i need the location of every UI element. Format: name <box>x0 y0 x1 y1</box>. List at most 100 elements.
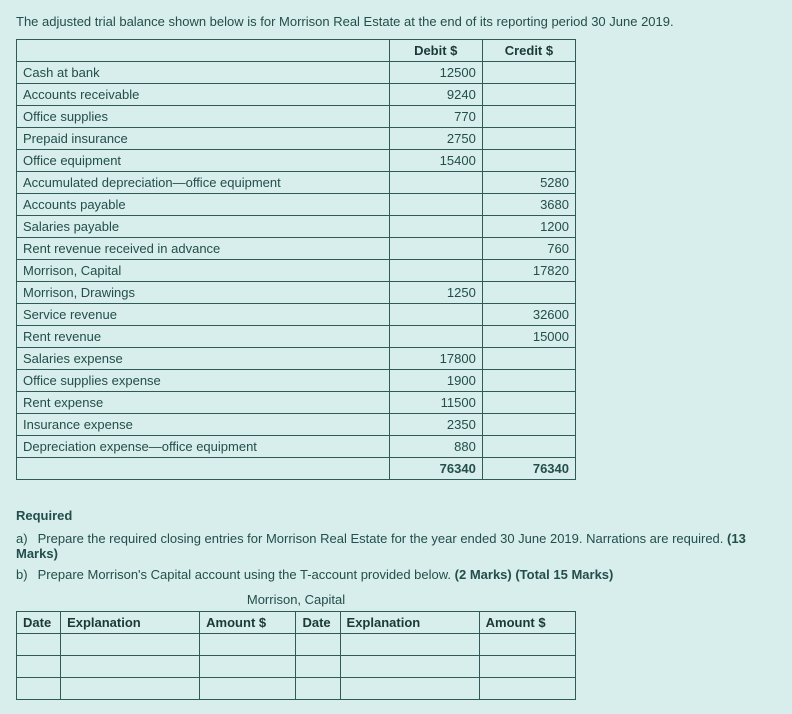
account-name: Office supplies <box>17 106 390 128</box>
t-cell <box>200 656 296 678</box>
t-cell <box>200 634 296 656</box>
credit-cell <box>482 84 575 106</box>
account-name: Accounts payable <box>17 194 390 216</box>
totals-debit: 76340 <box>389 458 482 480</box>
table-row: Depreciation expense—office equipment880 <box>17 436 576 458</box>
t-account-title: Morrison, Capital <box>16 592 576 607</box>
col-credit: Credit $ <box>482 40 575 62</box>
requirement-a: a) Prepare the required closing entries … <box>16 531 776 561</box>
trial-balance-table: Debit $ Credit $ Cash at bank12500Accoun… <box>16 39 576 480</box>
debit-cell <box>389 238 482 260</box>
t-cell <box>17 634 61 656</box>
debit-cell: 15400 <box>389 150 482 172</box>
credit-cell <box>482 392 575 414</box>
t-cell <box>296 634 340 656</box>
account-name: Morrison, Capital <box>17 260 390 282</box>
table-row: Office supplies770 <box>17 106 576 128</box>
table-row: Prepaid insurance2750 <box>17 128 576 150</box>
t-cell <box>340 634 479 656</box>
debit-cell <box>389 326 482 348</box>
t-h-amt-left: Amount $ <box>200 612 296 634</box>
table-row: Insurance expense2350 <box>17 414 576 436</box>
account-name: Service revenue <box>17 304 390 326</box>
debit-cell <box>389 194 482 216</box>
debit-cell: 17800 <box>389 348 482 370</box>
col-blank <box>17 40 390 62</box>
debit-cell: 2350 <box>389 414 482 436</box>
t-cell <box>479 656 575 678</box>
account-name: Rent revenue <box>17 326 390 348</box>
table-row: Service revenue32600 <box>17 304 576 326</box>
debit-cell <box>389 172 482 194</box>
account-name: Cash at bank <box>17 62 390 84</box>
req-a-label: a) <box>16 531 34 546</box>
account-name: Office equipment <box>17 150 390 172</box>
table-row: Salaries expense17800 <box>17 348 576 370</box>
account-name: Insurance expense <box>17 414 390 436</box>
table-row: Accumulated depreciation—office equipmen… <box>17 172 576 194</box>
t-cell <box>200 678 296 700</box>
t-cell <box>296 656 340 678</box>
req-b-marks: (2 Marks) (Total 15 Marks) <box>455 567 614 582</box>
table-row: Rent revenue 15000 <box>17 326 576 348</box>
debit-cell: 11500 <box>389 392 482 414</box>
table-row: Accounts receivable9240 <box>17 84 576 106</box>
req-b-text: Prepare Morrison's Capital account using… <box>38 567 455 582</box>
credit-cell: 15000 <box>482 326 575 348</box>
credit-cell <box>482 348 575 370</box>
t-cell <box>61 678 200 700</box>
intro-text: The adjusted trial balance shown below i… <box>16 14 776 29</box>
required-heading: Required <box>16 508 776 523</box>
account-name: Rent revenue received in advance <box>17 238 390 260</box>
credit-cell: 5280 <box>482 172 575 194</box>
req-a-text: Prepare the required closing entries for… <box>38 531 727 546</box>
t-account-row <box>17 634 576 656</box>
t-cell <box>61 634 200 656</box>
credit-cell <box>482 128 575 150</box>
account-name: Prepaid insurance <box>17 128 390 150</box>
credit-cell: 17820 <box>482 260 575 282</box>
account-name: Morrison, Drawings <box>17 282 390 304</box>
table-row: Morrison, Capital 17820 <box>17 260 576 282</box>
table-row: Accounts payable 3680 <box>17 194 576 216</box>
table-row: Office equipment15400 <box>17 150 576 172</box>
col-debit: Debit $ <box>389 40 482 62</box>
debit-cell: 2750 <box>389 128 482 150</box>
account-name: Rent expense <box>17 392 390 414</box>
account-name: Accounts receivable <box>17 84 390 106</box>
credit-cell <box>482 150 575 172</box>
table-row: Salaries payable1200 <box>17 216 576 238</box>
t-cell <box>479 678 575 700</box>
debit-cell: 770 <box>389 106 482 128</box>
table-row: Rent expense11500 <box>17 392 576 414</box>
t-account-row <box>17 678 576 700</box>
t-cell <box>61 656 200 678</box>
t-account-row <box>17 656 576 678</box>
debit-cell: 12500 <box>389 62 482 84</box>
table-row: Morrison, Drawings1250 <box>17 282 576 304</box>
table-row: Office supplies expense1900 <box>17 370 576 392</box>
debit-cell: 880 <box>389 436 482 458</box>
table-row: Cash at bank12500 <box>17 62 576 84</box>
credit-cell: 760 <box>482 238 575 260</box>
credit-cell: 3680 <box>482 194 575 216</box>
credit-cell <box>482 414 575 436</box>
t-h-exp-left: Explanation <box>61 612 200 634</box>
debit-cell <box>389 260 482 282</box>
account-name: Accumulated depreciation—office equipmen… <box>17 172 390 194</box>
t-cell <box>340 678 479 700</box>
t-account-table: Date Explanation Amount $ Date Explanati… <box>16 611 576 700</box>
debit-cell: 1250 <box>389 282 482 304</box>
t-cell <box>17 678 61 700</box>
account-name: Office supplies expense <box>17 370 390 392</box>
totals-credit: 76340 <box>482 458 575 480</box>
requirement-b: b) Prepare Morrison's Capital account us… <box>16 567 776 582</box>
debit-cell: 1900 <box>389 370 482 392</box>
credit-cell <box>482 106 575 128</box>
account-name: Depreciation expense—office equipment <box>17 436 390 458</box>
t-h-amt-right: Amount $ <box>479 612 575 634</box>
debit-cell <box>389 216 482 238</box>
t-h-date-right: Date <box>296 612 340 634</box>
t-cell <box>340 656 479 678</box>
credit-cell: 1200 <box>482 216 575 238</box>
